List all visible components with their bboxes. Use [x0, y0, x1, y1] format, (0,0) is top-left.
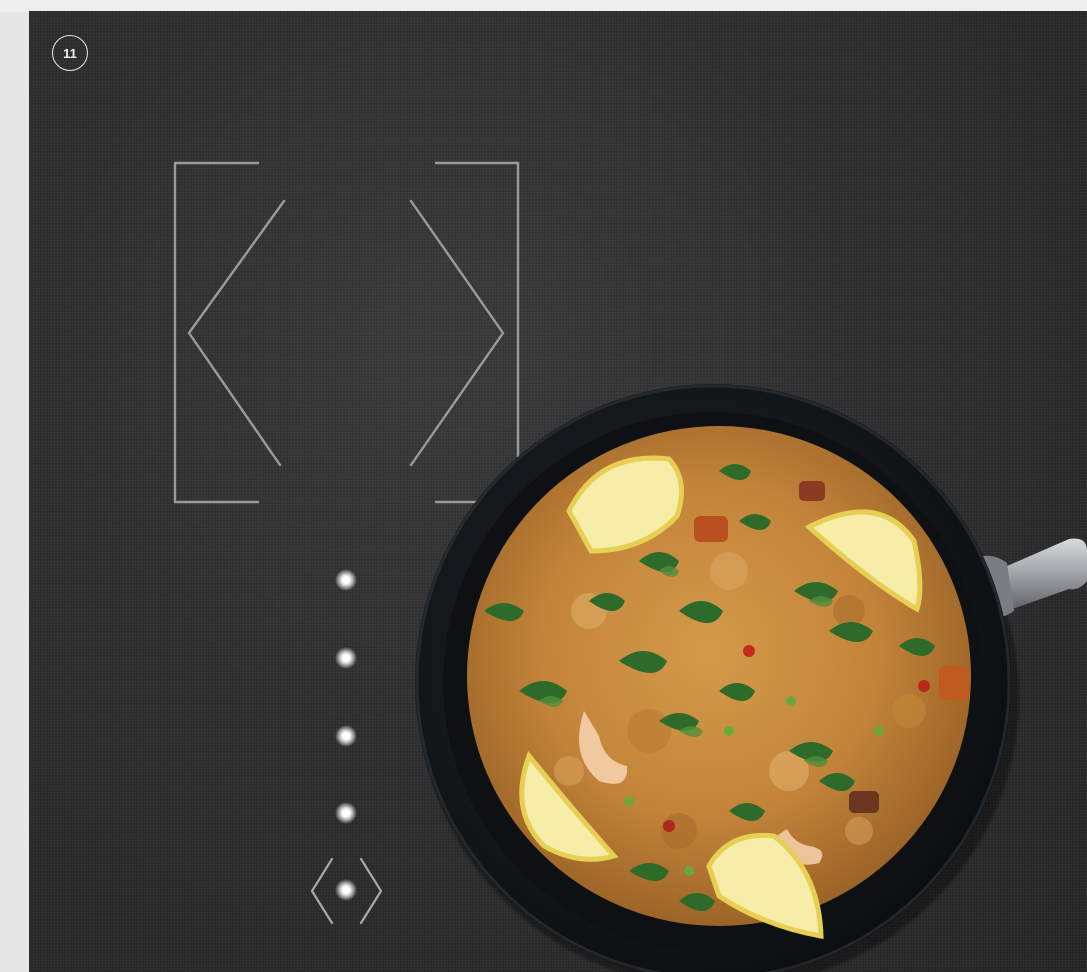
indicator-light-core [342, 886, 350, 894]
right-zone-marking [409, 161, 520, 504]
left-chevron [187, 199, 286, 467]
left-zone-marking [173, 161, 286, 504]
indicator-light-core [342, 654, 350, 662]
left-bracket [173, 161, 260, 504]
power-level-indicators [335, 569, 357, 901]
right-bracket [434, 161, 520, 504]
indicator-light-core [342, 732, 350, 740]
paella-pan [415, 384, 1087, 972]
page: 11 [0, 0, 1087, 972]
chevron-left-icon [310, 857, 334, 925]
right-chevron [409, 199, 505, 467]
indicator-light-core [342, 576, 350, 584]
induction-cooktop: 11 [29, 11, 1087, 972]
chevron-right-icon [359, 857, 383, 925]
cooktop-illustration [173, 161, 1087, 972]
indicator-light-core [342, 809, 350, 817]
